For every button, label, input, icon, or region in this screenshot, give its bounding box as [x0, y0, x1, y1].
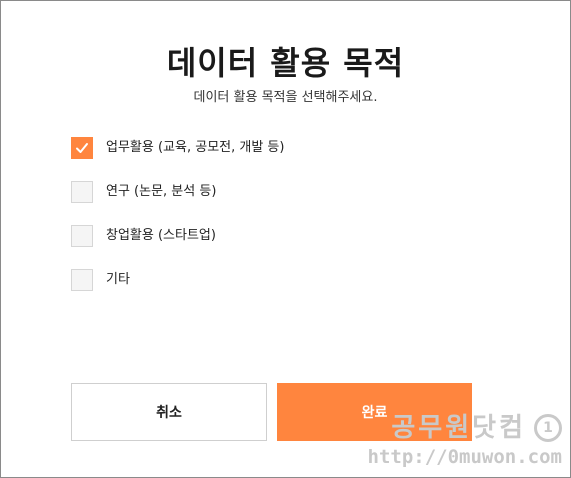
watermark-logo-icon: 1 [534, 414, 562, 442]
watermark-url: http://0muwon.com [367, 446, 562, 468]
dialog-subtitle: 데이터 활용 목적을 선택해주세요. [193, 90, 378, 105]
option-label: 업무활용 (교육, 공모전, 개발 등) [106, 140, 285, 155]
option-startup[interactable]: 창업활용 (스타트업) [71, 224, 491, 248]
purpose-dialog: 데이터 활용 목적 데이터 활용 목적을 선택해주세요. 업무활용 (교육, 공… [0, 0, 571, 478]
checkbox-startup[interactable] [71, 225, 93, 247]
option-research[interactable]: 연구 (논문, 분석 등) [71, 180, 491, 204]
option-other[interactable]: 기타 [71, 268, 491, 292]
cancel-button[interactable]: 취소 [71, 383, 267, 441]
done-button[interactable]: 완료 [277, 383, 472, 441]
option-label: 기타 [106, 272, 130, 287]
checkmark-icon [76, 143, 88, 153]
purpose-options: 업무활용 (교육, 공모전, 개발 등) 연구 (논문, 분석 등) 창업활용 … [71, 136, 491, 312]
option-label: 연구 (논문, 분석 등) [106, 184, 217, 199]
dialog-title: 데이터 활용 목적 [166, 44, 405, 82]
checkbox-business-use[interactable] [71, 137, 93, 159]
checkbox-research[interactable] [71, 181, 93, 203]
checkbox-other[interactable] [71, 269, 93, 291]
option-label: 창업활용 (스타트업) [106, 228, 216, 243]
option-business-use[interactable]: 업무활용 (교육, 공모전, 개발 등) [71, 136, 491, 160]
